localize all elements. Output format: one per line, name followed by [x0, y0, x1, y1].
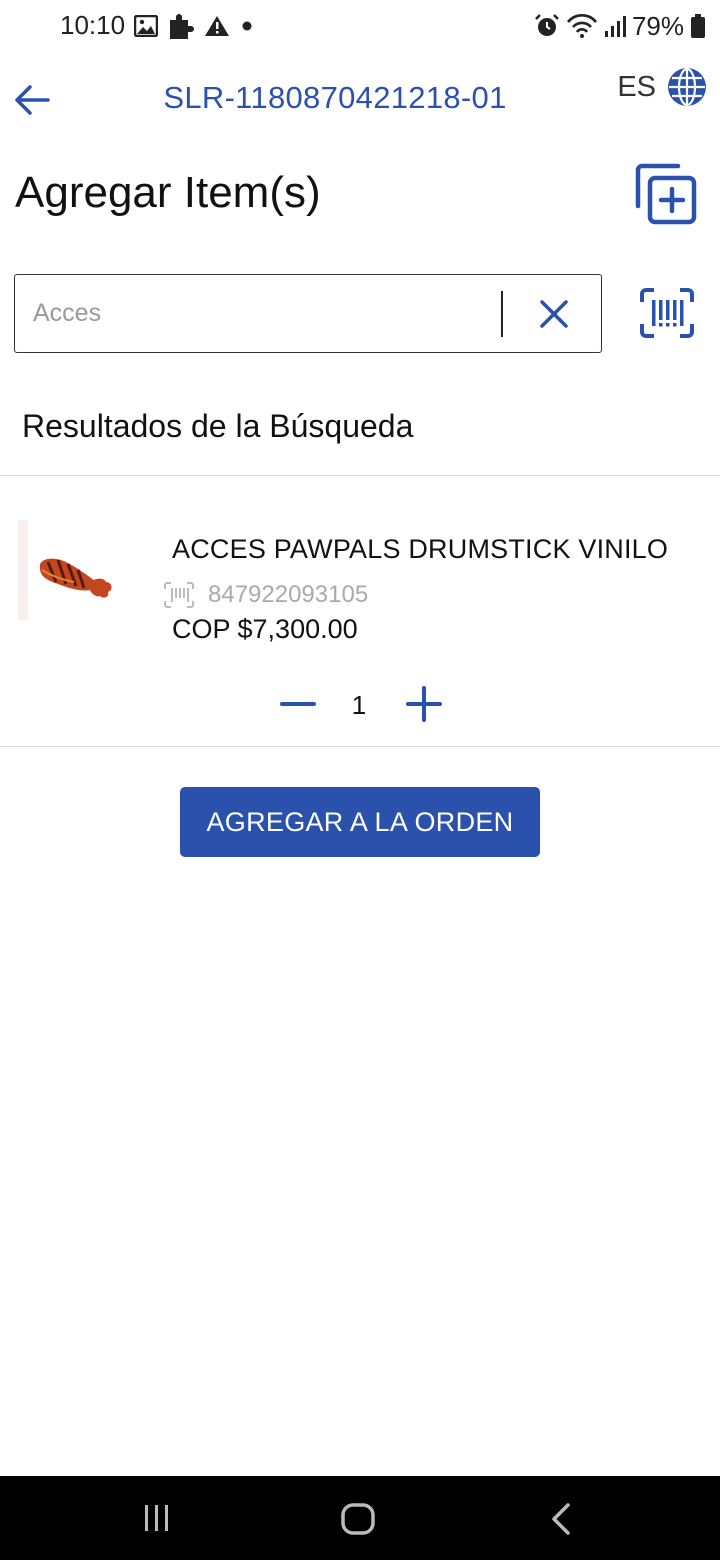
wifi-icon [566, 14, 597, 38]
clear-search-button[interactable] [535, 295, 573, 333]
plus-icon [406, 686, 442, 722]
drumstick-toy-image [18, 520, 112, 620]
warning-icon [205, 16, 229, 36]
home-button[interactable] [340, 1502, 376, 1536]
order-id: SLR-1180870421218-01 [163, 80, 507, 115]
add-to-order-button[interactable]: AGREGAR A LA ORDEN [180, 787, 540, 857]
recents-button[interactable] [142, 1504, 172, 1532]
minus-icon [280, 702, 316, 706]
text-cursor [501, 291, 503, 337]
language-selector[interactable]: ES [617, 66, 708, 108]
status-time: 10:10 [60, 10, 126, 40]
battery-icon [691, 14, 705, 38]
search-box [14, 274, 602, 353]
page-title: Agregar Item(s) [15, 168, 321, 217]
alarm-icon [535, 14, 559, 36]
system-back-button[interactable] [546, 1502, 576, 1536]
search-input[interactable] [15, 275, 495, 351]
gallery-icon [134, 15, 158, 37]
barcode-icon [164, 582, 194, 608]
add-multiple-button[interactable] [630, 160, 700, 230]
results-heading: Resultados de la Búsqueda [22, 408, 414, 444]
barcode-scan-icon [640, 288, 694, 338]
quantity-decrement-button[interactable] [278, 684, 318, 724]
divider [0, 746, 720, 747]
app-header: SLR-1180870421218-01 ES [0, 60, 720, 140]
close-icon [540, 300, 568, 328]
barcode-scan-button[interactable] [640, 288, 694, 338]
puzzle-icon [170, 14, 194, 39]
recents-icon [145, 1505, 168, 1531]
quantity-increment-button[interactable] [404, 684, 444, 724]
divider [0, 475, 720, 476]
product-name: ACCES PAWPALS DRUMSTICK VINILO [172, 534, 669, 564]
product-barcode: 847922093105 [164, 581, 368, 609]
battery-percent: 79% [631, 10, 684, 41]
status-notification-icons [134, 12, 254, 40]
dot-icon [242, 21, 252, 31]
copy-plus-icon [635, 163, 697, 225]
product-price: COP $7,300.00 [172, 614, 358, 644]
globe-icon [668, 67, 706, 107]
home-icon [341, 1503, 375, 1535]
status-system-icons: 79% [534, 10, 706, 42]
quantity-value: 1 [351, 690, 367, 720]
barcode-number: 847922093105 [208, 581, 369, 608]
status-bar: 10:10 79% [0, 0, 720, 52]
product-image [18, 520, 138, 640]
chevron-left-icon [552, 1503, 570, 1535]
signal-icon [604, 16, 626, 37]
system-navigation-bar [0, 1476, 720, 1560]
language-code: ES [617, 70, 656, 103]
